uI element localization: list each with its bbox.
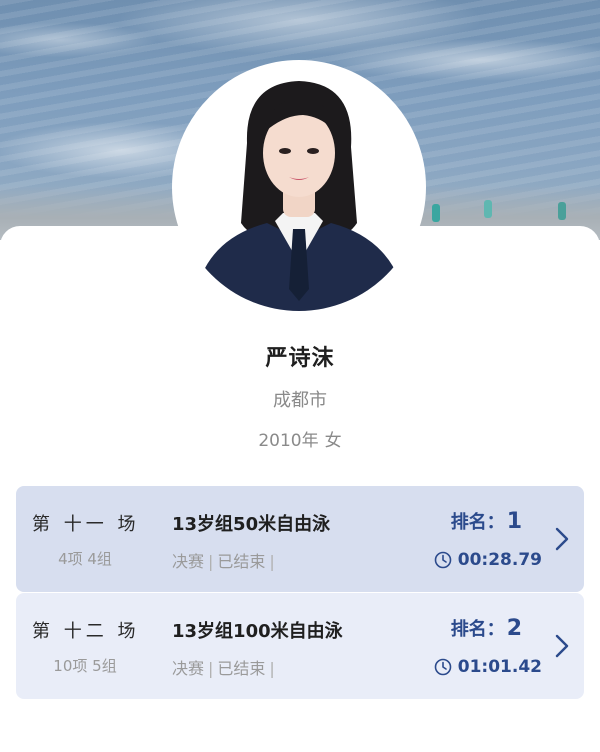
athlete-city: 成都市 xyxy=(273,390,327,411)
rank-label: 排名： xyxy=(450,619,505,640)
rank-value: 1 xyxy=(506,509,522,534)
chevron-right-icon[interactable] xyxy=(554,526,570,552)
rank: 排名：2 xyxy=(451,615,522,641)
event-status: 决赛 | 已结束 | xyxy=(172,552,275,571)
rank: 排名：1 xyxy=(451,508,522,534)
status-label: 已结束 xyxy=(217,659,266,678)
rank-label: 排名： xyxy=(450,512,505,533)
round-label: 第 十二 场 xyxy=(32,621,140,642)
group-info: 4项 4组 xyxy=(58,550,112,568)
athlete-meta: 2010年女 xyxy=(0,426,600,451)
beach-person xyxy=(484,200,492,218)
gender: 女 xyxy=(324,431,342,451)
event-name: 13岁组50米自由泳 xyxy=(172,514,331,535)
avatar-portrait xyxy=(175,63,423,311)
chevron-right-icon[interactable] xyxy=(554,633,570,659)
group-info: 10项 5组 xyxy=(53,657,117,675)
beach-person xyxy=(432,204,440,222)
clock-icon xyxy=(434,658,452,676)
avatar xyxy=(172,60,426,314)
rank-value: 2 xyxy=(506,616,522,641)
time-value: 00:28.79 xyxy=(457,550,542,570)
stage-label: 决赛 xyxy=(172,659,205,678)
finish-time: 01:01.42 xyxy=(434,657,542,677)
event-status: 决赛 | 已结束 | xyxy=(172,659,275,678)
time-value: 01:01.42 xyxy=(457,657,542,677)
beach-person xyxy=(558,202,566,220)
finish-time: 00:28.79 xyxy=(434,550,542,570)
birth-year: 2010年 xyxy=(258,431,319,451)
athlete-name: 严诗沫 xyxy=(265,346,335,371)
result-row[interactable]: 第 十一 场 4项 4组 13岁组50米自由泳 决赛 | 已结束 | 排名：1 00:… xyxy=(16,486,584,592)
status-label: 已结束 xyxy=(217,552,266,571)
result-row[interactable]: 第 十二 场 10项 5组 13岁组100米自由泳 决赛 | 已结束 | 排名：2 0… xyxy=(16,593,584,699)
stage-label: 决赛 xyxy=(172,552,205,571)
clock-icon xyxy=(434,551,452,569)
round-label: 第 十一 场 xyxy=(32,514,140,535)
event-name: 13岁组100米自由泳 xyxy=(172,621,343,642)
